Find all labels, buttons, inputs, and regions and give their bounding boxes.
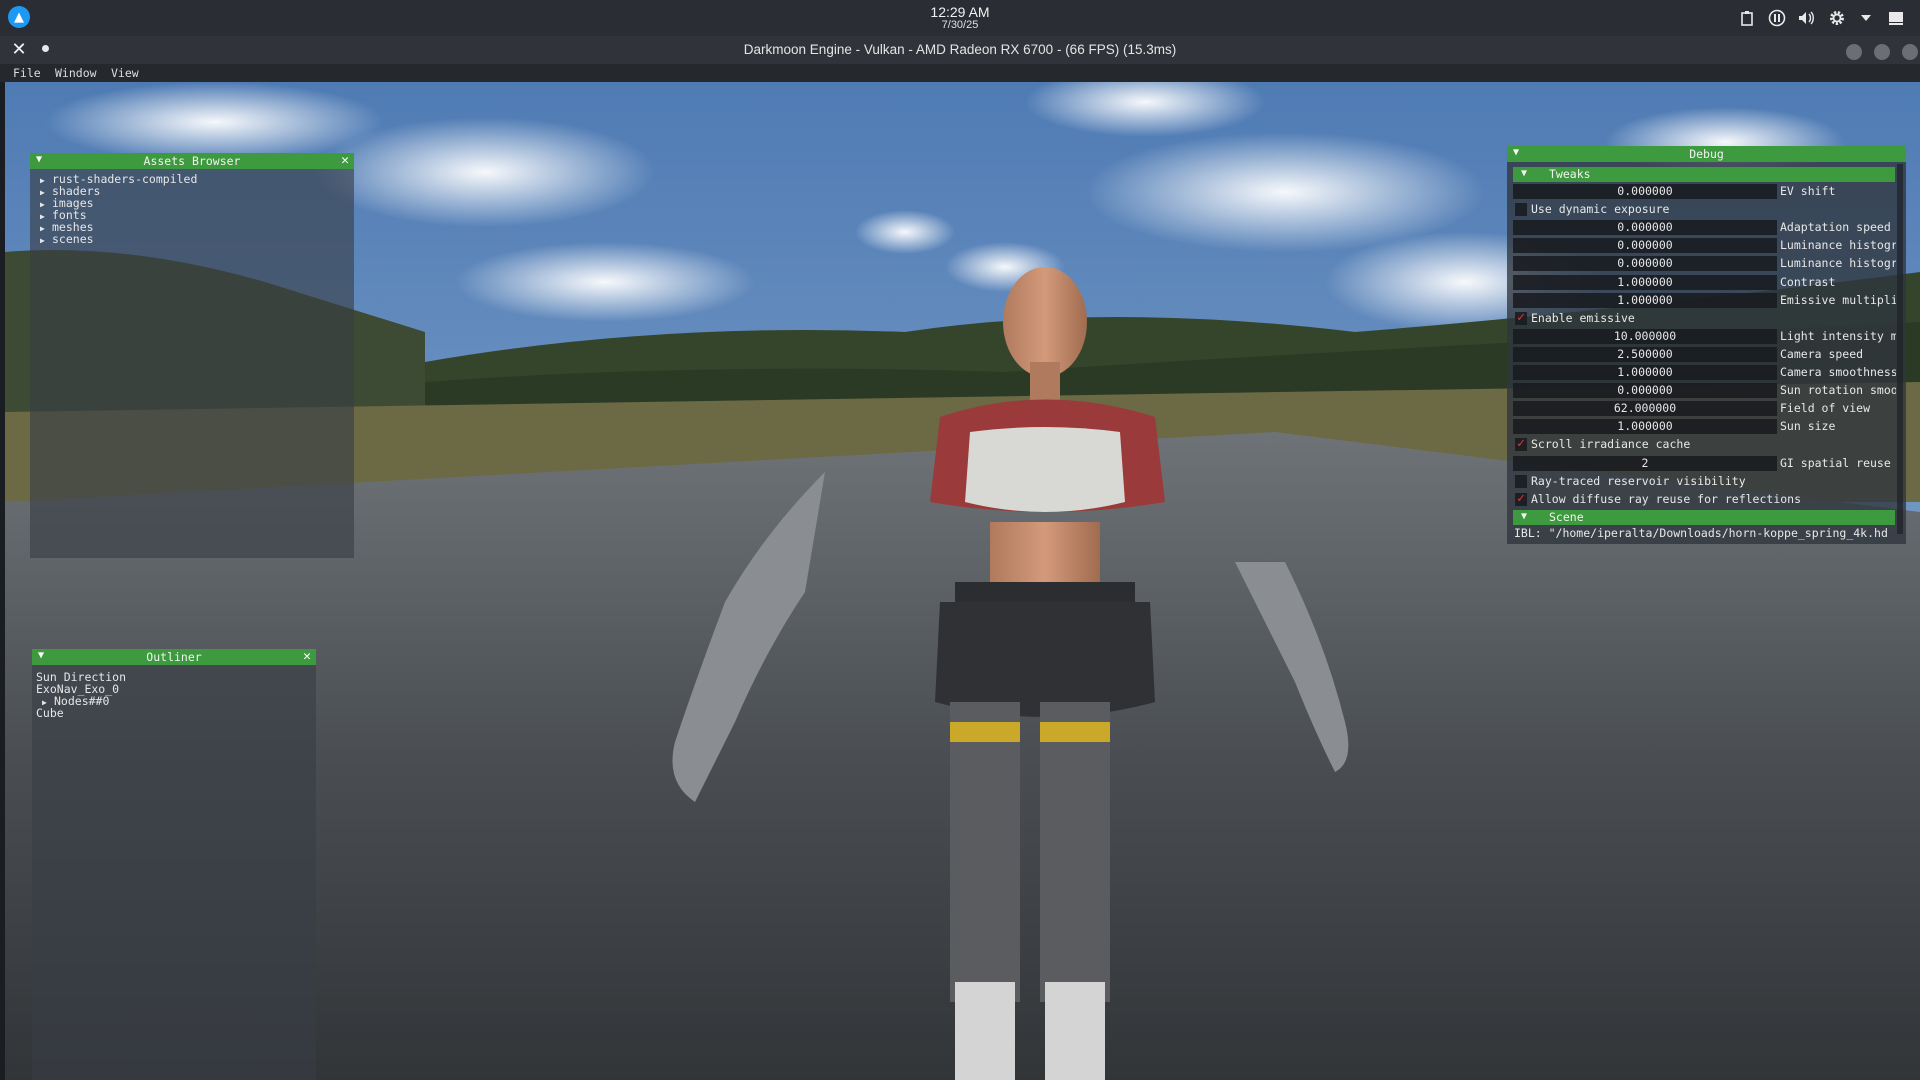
- tweak-checkbox-row[interactable]: ✓ Enable emissive: [1513, 311, 1903, 327]
- tweak-checkbox-row[interactable]: ✓ Scroll irradiance cache: [1513, 437, 1903, 453]
- tweak-slider-row: 0.000000 Luminance histogr: [1513, 256, 1903, 272]
- value-drag-field[interactable]: 1.000000: [1513, 419, 1777, 435]
- tweak-label: EV shift: [1780, 184, 1836, 198]
- value-drag-field[interactable]: 1.000000: [1513, 274, 1777, 290]
- clock-time: 12:29 AM: [930, 4, 990, 20]
- clipboard-icon[interactable]: [1738, 9, 1756, 27]
- tweak-label: Field of view: [1780, 401, 1871, 416]
- tweak-slider-row: 1.000000 Emissive multipli: [1513, 292, 1903, 309]
- tweak-slider-row: 0.000000 Luminance histogr: [1513, 238, 1903, 254]
- tweak-slider-row: 1.000000 Contrast: [1513, 274, 1903, 291]
- value-drag-field[interactable]: 1.000000: [1513, 365, 1777, 380]
- system-top-bar: ▲ 12:29 AM 7/30/25: [0, 0, 1920, 36]
- tweak-checkbox-row[interactable]: ✓ Allow diffuse ray reuse for reflections: [1513, 492, 1903, 508]
- maximize-button[interactable]: [1874, 44, 1890, 60]
- ibl-path: IBL: "/home/iperalta/Downloads/horn-kopp…: [1514, 526, 1888, 540]
- tweak-label: Sun size: [1780, 419, 1836, 434]
- value-drag-field[interactable]: 0.000000: [1513, 184, 1777, 199]
- assets-browser-panel: ▼ Assets Browser ✕ ▶ rust-shaders-compile…: [30, 153, 354, 558]
- asset-folder[interactable]: ▶ scenes: [40, 232, 94, 246]
- value-drag-field[interactable]: 2.500000: [1513, 346, 1777, 362]
- scene-section-label: Scene: [1549, 510, 1584, 524]
- notifications-icon[interactable]: [1887, 9, 1905, 27]
- menu-file[interactable]: File: [13, 66, 41, 80]
- value-drag-field[interactable]: 0.000000: [1513, 238, 1777, 254]
- tweaks-section-label: Tweaks: [1549, 167, 1591, 181]
- tree-arrow-icon: ▶: [40, 236, 45, 245]
- menu-view[interactable]: View: [111, 66, 139, 80]
- asset-folder-label: scenes: [52, 232, 94, 246]
- value-drag-field[interactable]: 0.000000: [1513, 256, 1777, 272]
- chevron-down-icon[interactable]: [1857, 9, 1875, 27]
- tweak-label: Camera smoothness: [1780, 365, 1896, 379]
- value-drag-field[interactable]: 10.000000: [1513, 328, 1777, 344]
- checkmark-icon[interactable]: ✓: [1515, 311, 1527, 325]
- outliner-panel: ▼ Outliner ✕ Sun Direction ExoNav_Exo_0 …: [32, 649, 316, 1080]
- tweak-slider-row: 0.000000 Adaptation speed: [1513, 220, 1903, 236]
- tweak-label: Light intensity m: [1780, 328, 1896, 343]
- system-clock[interactable]: 12:29 AM 7/30/25: [0, 5, 1920, 31]
- close-icon[interactable]: ✕: [303, 649, 311, 664]
- pause-icon[interactable]: [1768, 9, 1786, 27]
- close-window-button[interactable]: [1902, 44, 1918, 60]
- pin-dot-icon[interactable]: [42, 45, 49, 52]
- checkbox[interactable]: [1515, 474, 1527, 488]
- app-launcher-icon[interactable]: ▲: [8, 6, 30, 28]
- tweaks-section-header[interactable]: ▼ Tweaks: [1513, 167, 1895, 182]
- close-icon[interactable]: ✕: [341, 153, 349, 168]
- tweak-slider-row: 1.000000 Sun size: [1513, 419, 1903, 435]
- tweak-label: Camera speed: [1780, 346, 1864, 361]
- tweak-label: Sun rotation smoo: [1780, 383, 1896, 398]
- tweak-slider-row: 0.000000 Sun rotation smoo: [1513, 383, 1903, 399]
- tweak-checkbox-row[interactable]: Use dynamic exposure: [1513, 202, 1903, 218]
- settings-icon[interactable]: [1828, 9, 1846, 27]
- tweak-slider-row: 10.000000 Light intensity m: [1513, 328, 1903, 345]
- close-icon[interactable]: ✕: [10, 41, 28, 59]
- outliner-item[interactable]: Cube: [36, 706, 64, 720]
- outliner-title-bar[interactable]: ▼ Outliner ✕: [32, 649, 316, 665]
- value-drag-field[interactable]: 2: [1513, 455, 1777, 471]
- outliner-title: Outliner: [146, 650, 202, 664]
- tweak-slider-row: 2.500000 Camera speed: [1513, 346, 1903, 363]
- value-drag-field[interactable]: 0.000000: [1513, 383, 1777, 399]
- window-title: Darkmoon Engine - Vulkan - AMD Radeon RX…: [743, 42, 1177, 57]
- tweak-slider-row: 62.000000 Field of view: [1513, 401, 1903, 417]
- menu-bar: File Window View: [0, 64, 1920, 82]
- tweak-label: GI spatial reuse: [1780, 455, 1891, 470]
- tweak-label: Contrast: [1780, 274, 1836, 289]
- volume-icon[interactable]: [1797, 9, 1815, 27]
- value-drag-field[interactable]: 62.000000: [1513, 401, 1777, 417]
- tweak-slider-row: 1.000000 Camera smoothness: [1513, 365, 1903, 381]
- window-title-bar: ✕ Darkmoon Engine - Vulkan - AMD Radeon …: [0, 36, 1920, 64]
- collapse-triangle-icon: ▼: [1521, 511, 1528, 522]
- value-drag-field[interactable]: 1.000000: [1513, 292, 1777, 308]
- checkmark-icon[interactable]: ✓: [1515, 492, 1527, 506]
- tweak-label: Emissive multipli: [1780, 292, 1896, 307]
- assets-browser-title-bar[interactable]: ▼ Assets Browser ✕: [30, 153, 354, 169]
- checkbox-label: Allow diffuse ray reuse for reflections: [1531, 491, 1802, 506]
- scene-section-header[interactable]: ▼ Scene: [1513, 510, 1895, 525]
- tweak-slider-row: 0.000000 EV shift: [1513, 184, 1903, 200]
- tweak-label: Luminance histogr: [1780, 256, 1896, 271]
- checkbox-label: Ray-traced reservoir visibility: [1531, 473, 1746, 488]
- tweak-checkbox-row[interactable]: Ray-traced reservoir visibility: [1513, 474, 1903, 490]
- debug-panel: ▼ Debug ▼ Tweaks 0.000000 EV shift Use dyn…: [1507, 146, 1906, 544]
- debug-title-bar[interactable]: ▼ Debug: [1507, 146, 1906, 162]
- minimize-button[interactable]: [1846, 44, 1862, 60]
- value-drag-field[interactable]: 0.000000: [1513, 220, 1777, 236]
- checkmark-icon[interactable]: ✓: [1515, 437, 1527, 452]
- tweak-label: Adaptation speed: [1780, 220, 1891, 235]
- debug-title: Debug: [1689, 147, 1724, 161]
- collapse-triangle-icon: ▼: [1521, 168, 1528, 179]
- menu-window[interactable]: Window: [55, 66, 97, 80]
- checkbox-label: Enable emissive: [1531, 310, 1635, 325]
- tweak-slider-row: 2 GI spatial reuse: [1513, 455, 1903, 472]
- checkbox-label: Scroll irradiance cache: [1531, 437, 1691, 452]
- clock-date: 7/30/25: [941, 18, 979, 31]
- assets-browser-title: Assets Browser: [143, 154, 241, 168]
- checkbox[interactable]: [1515, 203, 1527, 217]
- tweak-label: Luminance histogr: [1780, 238, 1896, 253]
- checkbox-label: Use dynamic exposure: [1531, 202, 1670, 217]
